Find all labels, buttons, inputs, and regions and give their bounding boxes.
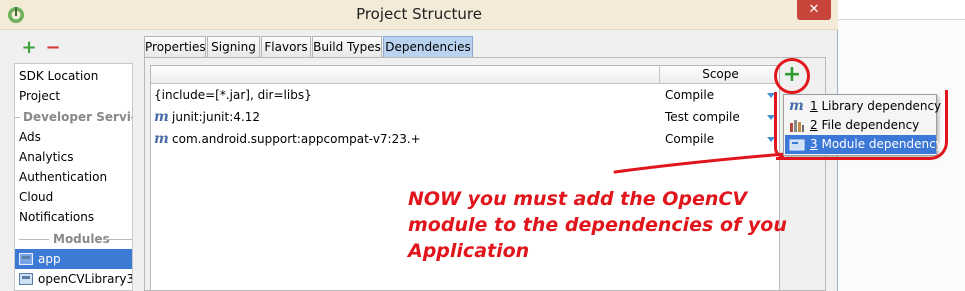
sidebar-item-label: SDK Location — [19, 69, 99, 83]
tab-build-types[interactable]: Build Types — [312, 36, 382, 58]
sidebar-item-ads[interactable]: Ads — [15, 127, 132, 147]
maven-m-icon: m — [154, 109, 169, 125]
dependency-scope[interactable]: Test compile — [665, 106, 740, 128]
dependency-scope[interactable]: Compile — [665, 84, 714, 106]
remove-module-button[interactable]: − — [44, 39, 62, 58]
sidebar-item-authentication[interactable]: Authentication — [15, 167, 132, 187]
module-icon — [19, 273, 33, 285]
sidebar-item-analytics[interactable]: Analytics — [15, 147, 132, 167]
window-title: Project Structure — [356, 5, 482, 23]
divider — [19, 239, 49, 240]
tab-dependencies[interactable]: Dependencies — [383, 36, 473, 58]
annotation-arrow-line — [613, 152, 787, 174]
sidebar-item-label: Project — [19, 89, 61, 103]
annotation-text: NOW you must add the OpenCV module to th… — [408, 186, 828, 264]
developer-services-header: Developer Services — [15, 107, 132, 127]
sidebar-item-label: app — [38, 252, 61, 266]
annotation-circle — [774, 58, 810, 94]
sidebar-item-label: Cloud — [19, 190, 54, 204]
annotation-line: module to the dependencies of you — [408, 214, 787, 236]
annotation-bracket — [776, 90, 948, 160]
sidebar-item-label: Ads — [19, 130, 41, 144]
sidebar-list: SDK Location Project Developer Services … — [14, 63, 133, 291]
module-icon — [19, 253, 33, 265]
title-bar[interactable]: Project Structure ✕ — [0, 0, 838, 30]
sidebar-item-app[interactable]: app — [15, 249, 132, 269]
sidebar-item-label: openCVLibrary310 — [38, 272, 133, 286]
dependency-name: com.android.support:appcompat-v7:23.+ — [172, 132, 421, 146]
dependency-name-cell: m junit:junit:4.12 — [154, 106, 260, 128]
sidebar-item-sdk-location[interactable]: SDK Location — [15, 66, 132, 86]
dependency-name-cell: m com.android.support:appcompat-v7:23.+ — [154, 128, 421, 150]
sidebar-item-cloud[interactable]: Cloud — [15, 187, 132, 207]
sidebar-item-label: Analytics — [19, 150, 74, 164]
sidebar-item-project[interactable]: Project — [15, 86, 132, 106]
column-header-scope[interactable]: Scope — [659, 66, 779, 84]
table-header: Scope — [151, 66, 779, 84]
sidebar-item-label: Authentication — [19, 170, 108, 184]
modules-header: Modules — [15, 229, 132, 249]
sidebar-item-notifications[interactable]: Notifications — [15, 207, 132, 227]
background-window-header — [838, 0, 965, 20]
dependency-name: junit:junit:4.12 — [172, 110, 260, 124]
close-button[interactable]: ✕ — [797, 0, 831, 20]
divider — [103, 239, 132, 240]
tab-signing[interactable]: Signing — [207, 36, 260, 58]
sidebar-item-opencv-library[interactable]: openCVLibrary310 — [15, 269, 133, 289]
section-header-label: Modules — [53, 232, 110, 246]
dependency-name: {include=[*.jar], dir=libs} — [154, 88, 312, 102]
annotation-line: Application — [408, 240, 530, 262]
annotation-line: NOW you must add the OpenCV — [408, 188, 748, 210]
add-module-button[interactable]: + — [20, 39, 38, 58]
tab-properties[interactable]: Properties — [144, 36, 206, 58]
sidebar-item-label: Notifications — [19, 210, 95, 224]
section-header-label: Developer Services — [23, 110, 132, 124]
table-row[interactable]: {include=[*.jar], dir=libs} Compile — [151, 84, 779, 106]
tab-flavors[interactable]: Flavors — [261, 36, 311, 58]
table-row[interactable]: m junit:junit:4.12 Test compile — [151, 106, 779, 128]
screen: Project Structure ✕ + − SDK Location Pro… — [0, 0, 965, 291]
maven-m-icon: m — [154, 131, 169, 147]
divider — [15, 117, 20, 118]
